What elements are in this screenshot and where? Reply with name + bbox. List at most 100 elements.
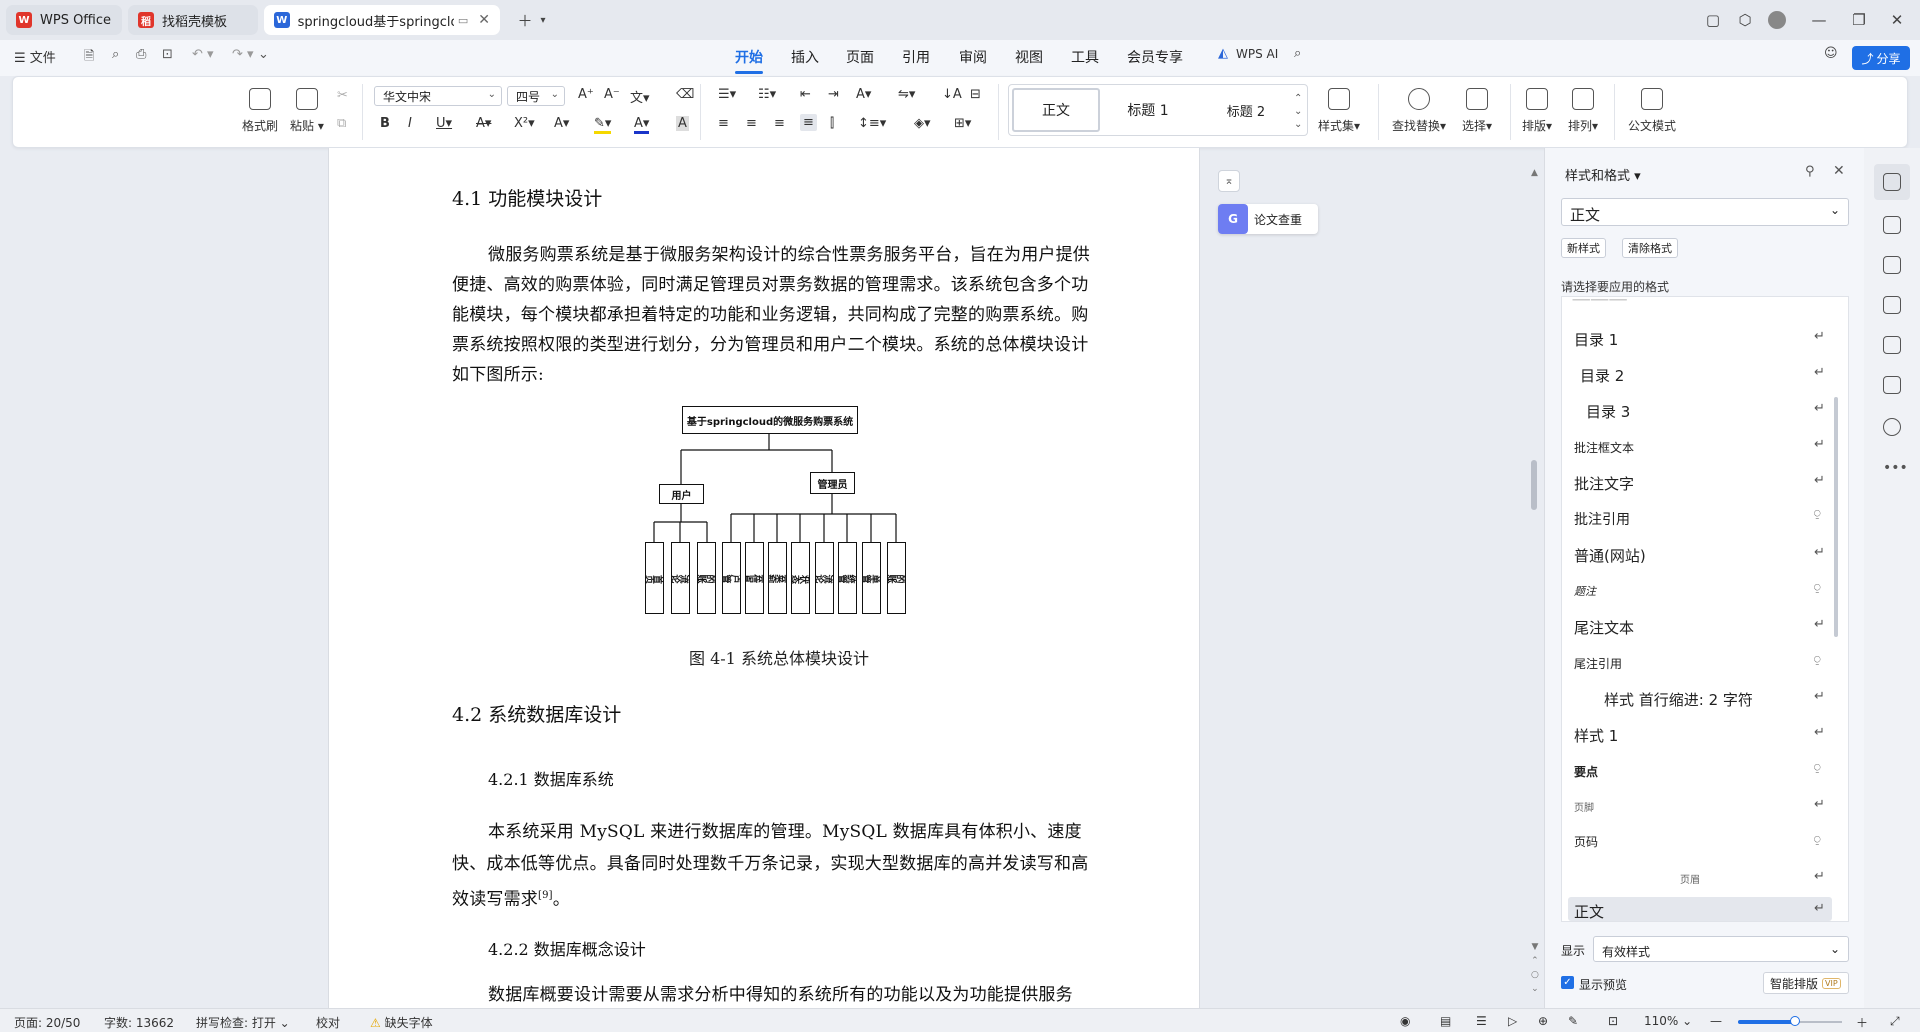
- arrange-button[interactable]: 排列▾: [1568, 86, 1598, 134]
- tab-wps-office[interactable]: W WPS Office: [6, 5, 122, 35]
- chinese-layout-icon[interactable]: ⇋▾: [898, 87, 915, 102]
- border-icon[interactable]: ⊞▾: [954, 116, 971, 131]
- show-select[interactable]: 有效样式 ⌄: [1593, 936, 1849, 962]
- more-chevron-icon[interactable]: ⌄: [258, 47, 269, 62]
- page-count[interactable]: 页面: 20/50: [14, 1014, 80, 1031]
- word-count[interactable]: 字数: 13662: [104, 1014, 174, 1031]
- zoom-slider-handle[interactable]: [1790, 1016, 1800, 1026]
- pin-icon[interactable]: ⚲: [1805, 164, 1815, 179]
- menu-home[interactable]: 开始: [735, 47, 763, 74]
- style-item[interactable]: 页眉: [1680, 871, 1700, 886]
- redo-icon[interactable]: ↷ ▾: [232, 47, 254, 62]
- text-effect-icon[interactable]: A▾: [554, 116, 569, 131]
- preview-checkbox[interactable]: ✓: [1561, 976, 1574, 989]
- chat-icon[interactable]: ☺: [1824, 46, 1838, 61]
- paste-button[interactable]: 粘贴 ▾: [290, 86, 324, 134]
- grow-font-icon[interactable]: A⁺: [578, 87, 594, 102]
- tools-icon[interactable]: [1883, 336, 1901, 354]
- menu-tools[interactable]: 工具: [1071, 47, 1099, 67]
- collapse-icon[interactable]: ⌅: [1218, 170, 1240, 192]
- print-preview-icon[interactable]: ⊡: [162, 47, 173, 62]
- web-view-icon[interactable]: ⊕: [1538, 1014, 1548, 1028]
- save-icon[interactable]: 🗎: [84, 47, 94, 69]
- share-button[interactable]: ⤴ 分享: [1852, 46, 1910, 70]
- adjust-sliders-icon[interactable]: [1883, 256, 1901, 274]
- strikethrough-icon[interactable]: A▾: [476, 116, 491, 131]
- tab-list-chevron-icon[interactable]: ▾: [530, 8, 556, 32]
- bold-icon[interactable]: B: [380, 116, 390, 131]
- menu-view[interactable]: 视图: [1015, 47, 1043, 67]
- align-center-icon[interactable]: ≡: [746, 116, 757, 131]
- shrink-font-icon[interactable]: A⁻: [604, 87, 620, 102]
- justify-icon[interactable]: ≡: [800, 114, 817, 131]
- style-item[interactable]: 目录 3: [1586, 401, 1630, 422]
- cube-icon[interactable]: ⬡: [1732, 8, 1758, 32]
- print-icon[interactable]: ⎙: [136, 47, 146, 62]
- tab-docer[interactable]: 稻 找稻壳模板: [128, 5, 258, 35]
- panel-title[interactable]: 样式和格式 ▾: [1565, 165, 1641, 184]
- style-heading-1[interactable]: 标题 1: [1108, 88, 1188, 132]
- help-icon[interactable]: [1883, 418, 1901, 436]
- bullet-list-icon[interactable]: ☰▾: [718, 87, 736, 102]
- style-item[interactable]: 目录 2: [1580, 365, 1624, 386]
- paper-check-button[interactable]: G 论文查重: [1218, 204, 1318, 234]
- zoom-out-icon[interactable]: —: [1710, 1014, 1722, 1028]
- line-spacing-icon[interactable]: ↕≡▾: [858, 116, 886, 131]
- style-item[interactable]: 样式 1: [1574, 725, 1618, 746]
- shading-icon[interactable]: ◈▾: [914, 116, 931, 131]
- restore-icon[interactable]: ❐: [1846, 8, 1872, 32]
- show-marks-icon[interactable]: ⊟: [970, 87, 981, 102]
- new-style-button[interactable]: 新样式: [1561, 238, 1606, 258]
- spell-check[interactable]: 拼写检查: 打开 ⌄: [196, 1014, 290, 1031]
- style-list-scrollbar[interactable]: [1834, 397, 1838, 637]
- menu-member[interactable]: 会员专享: [1127, 47, 1183, 67]
- superscript-icon[interactable]: X²▾: [514, 116, 535, 131]
- menu-page[interactable]: 页面: [846, 47, 874, 67]
- edit-image-icon[interactable]: [1883, 296, 1901, 314]
- eye-icon[interactable]: ◉: [1400, 1014, 1410, 1028]
- clear-format-button[interactable]: 清除格式: [1622, 238, 1678, 258]
- fit-icon[interactable]: ⊡: [1608, 1014, 1618, 1028]
- page-view-icon[interactable]: ▤: [1440, 1014, 1451, 1028]
- outline-view-icon[interactable]: ☰: [1476, 1014, 1487, 1028]
- style-list[interactable]: ⸺⸺⸺ 目录 1 目录 2 目录 3 批注框文本 批注文字 批注引用 普通(网站…: [1561, 296, 1849, 922]
- style-pen-icon[interactable]: [1883, 173, 1901, 191]
- zoom-level[interactable]: 110% ⌄: [1644, 1014, 1692, 1028]
- style-set-button[interactable]: 样式集▾: [1318, 86, 1360, 134]
- layout-button[interactable]: 排版▾: [1522, 86, 1552, 134]
- close-window-icon[interactable]: ✕: [1884, 8, 1910, 32]
- phonetic-icon[interactable]: 文▾: [630, 87, 650, 106]
- style-item-selected[interactable]: 正文: [1574, 901, 1604, 921]
- smart-layout-button[interactable]: 智能排版 VIP: [1763, 972, 1849, 994]
- quick-access-icon[interactable]: ⌕: [112, 47, 119, 62]
- style-heading-2[interactable]: 标题 2: [1206, 88, 1286, 132]
- style-item[interactable]: 目录 1: [1574, 329, 1618, 350]
- wps-ai-button[interactable]: WPS AI: [1236, 47, 1278, 61]
- close-tab-icon[interactable]: ✕: [478, 12, 490, 28]
- style-item[interactable]: 批注框文本: [1574, 439, 1634, 456]
- fullscreen-icon[interactable]: ⤢: [1890, 1014, 1900, 1029]
- format-painter-button[interactable]: 格式刷: [242, 86, 278, 134]
- search-icon[interactable]: ⌕: [1294, 46, 1301, 61]
- text-direction-icon[interactable]: A▾: [856, 87, 871, 102]
- menu-insert[interactable]: 插入: [791, 47, 819, 67]
- sort-icon[interactable]: ↓A: [942, 87, 962, 102]
- style-item[interactable]: 题注: [1574, 583, 1596, 599]
- char-shading-icon[interactable]: A: [676, 116, 689, 131]
- style-item[interactable]: 普通(网站): [1574, 545, 1646, 566]
- current-style-select[interactable]: 正文 ⌄: [1561, 198, 1849, 226]
- decrease-indent-icon[interactable]: ⇤: [800, 87, 811, 102]
- style-item[interactable]: 尾注引用: [1574, 655, 1622, 672]
- style-normal[interactable]: 正文: [1012, 88, 1100, 132]
- underline-icon[interactable]: U▾: [436, 116, 452, 131]
- style-item[interactable]: 批注引用: [1574, 509, 1630, 529]
- style-item[interactable]: 页码: [1574, 833, 1598, 850]
- doc-format-button[interactable]: 公文模式: [1628, 86, 1676, 134]
- zoom-in-icon[interactable]: ＋: [1856, 1014, 1868, 1031]
- highlight-icon[interactable]: ✎▾: [594, 116, 612, 134]
- play-icon[interactable]: ▷: [1508, 1014, 1517, 1028]
- doc-scrollbar-thumb[interactable]: [1531, 460, 1537, 510]
- share-collab-icon[interactable]: [1883, 376, 1901, 394]
- select-cursor-icon[interactable]: [1883, 216, 1901, 234]
- more-icon[interactable]: •••: [1883, 460, 1908, 476]
